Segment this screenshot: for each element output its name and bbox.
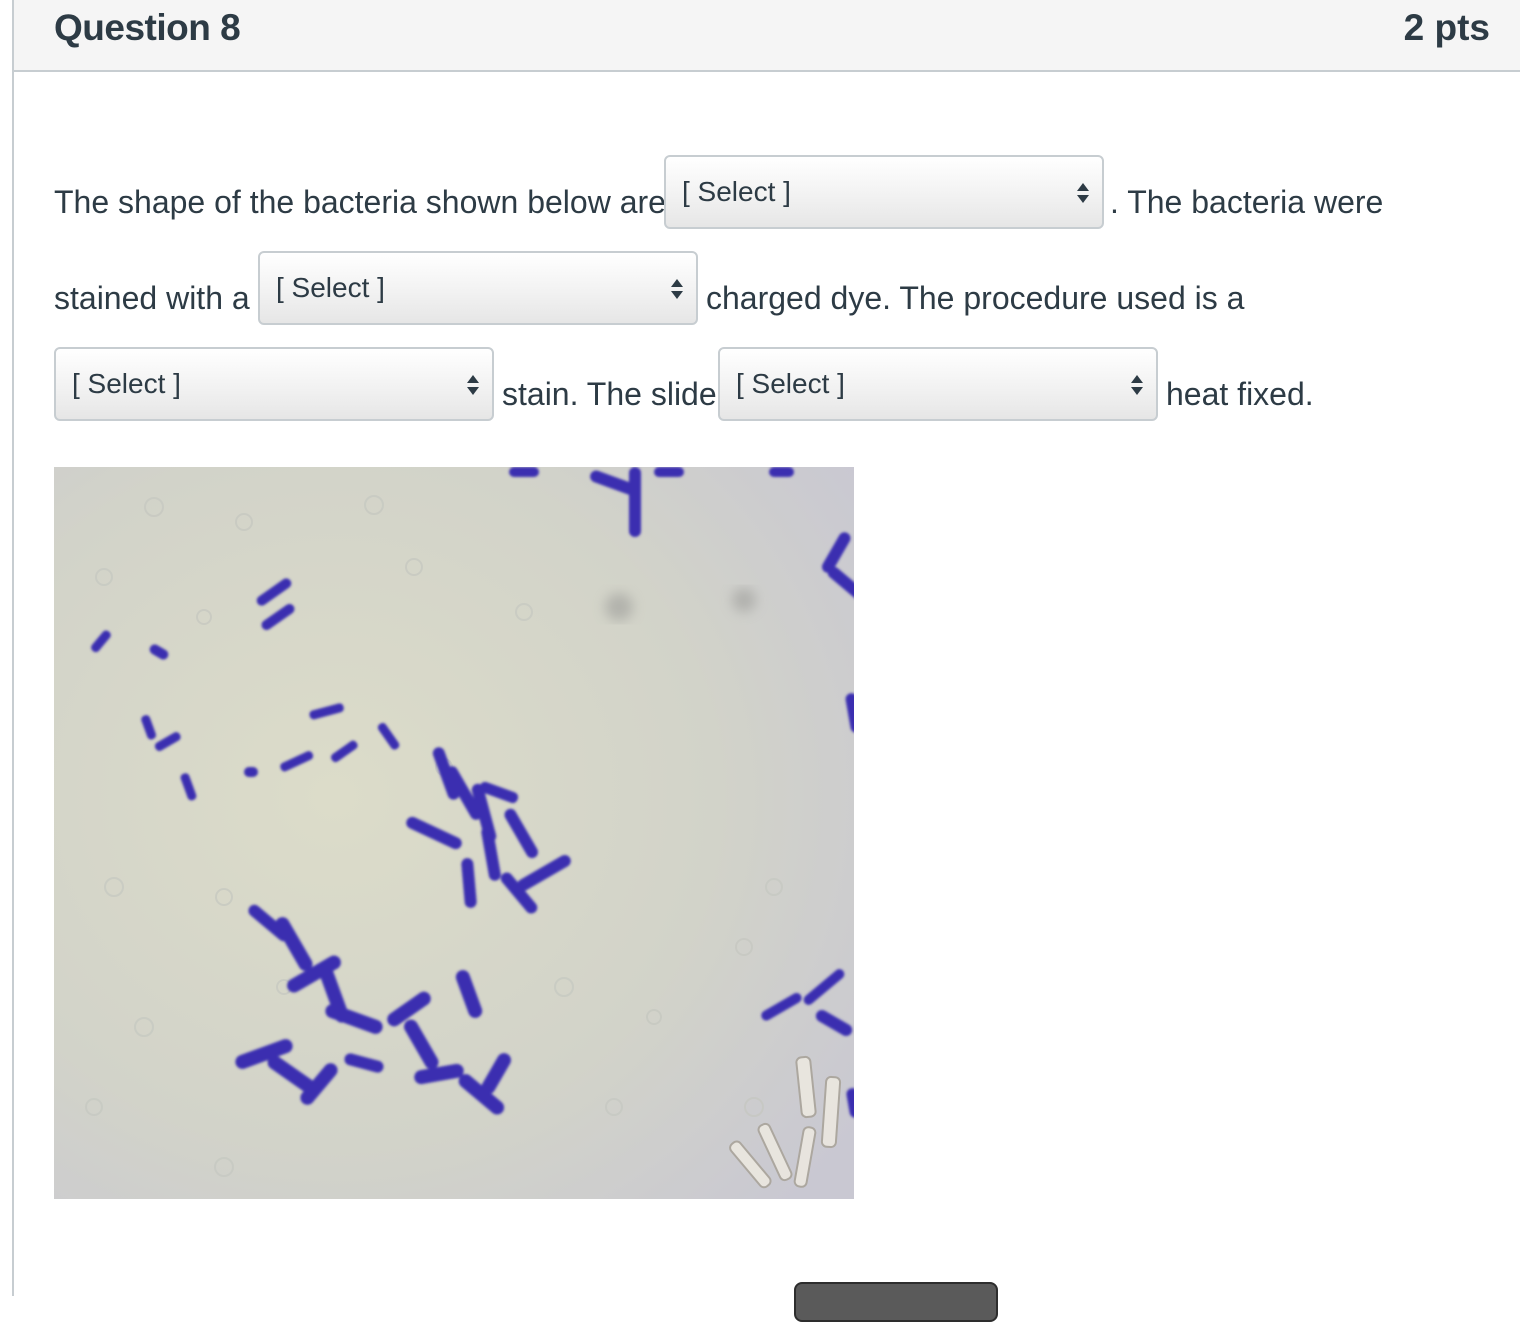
select-value: [ Select ] [276, 272, 385, 303]
submit-button[interactable] [794, 1282, 998, 1322]
question-header: Question 8 2 pts [14, 0, 1520, 72]
up-down-arrows-icon [1077, 183, 1089, 203]
select-dye-charge[interactable]: [ Select ] [258, 251, 698, 325]
select-value: [ Select ] [736, 368, 845, 399]
question-text-2: . The bacteria were [1110, 184, 1384, 220]
select-stain-procedure[interactable]: [ Select ] [54, 347, 494, 421]
question-text-1: The shape of the bacteria shown below ar… [54, 184, 666, 220]
question-text-3: stained with a [54, 280, 250, 316]
select-value: [ Select ] [72, 368, 181, 399]
up-down-arrows-icon [671, 279, 683, 299]
up-down-arrows-icon [1131, 375, 1143, 395]
select-bacteria-shape[interactable]: [ Select ] [664, 155, 1104, 229]
up-down-arrows-icon [467, 375, 479, 395]
question-title: Question 8 [54, 7, 241, 48]
question-text-5: stain. The slide [502, 376, 717, 412]
question-points: 2 pts [1403, 7, 1490, 48]
micrograph-image [54, 467, 854, 1199]
question-text-4: charged dye. The procedure used is a [706, 280, 1245, 316]
select-value: [ Select ] [682, 176, 791, 207]
select-heat-fixed[interactable]: [ Select ] [718, 347, 1158, 421]
question-text-6: heat fixed. [1166, 376, 1314, 412]
bacteria-micrograph-icon [54, 467, 854, 1199]
